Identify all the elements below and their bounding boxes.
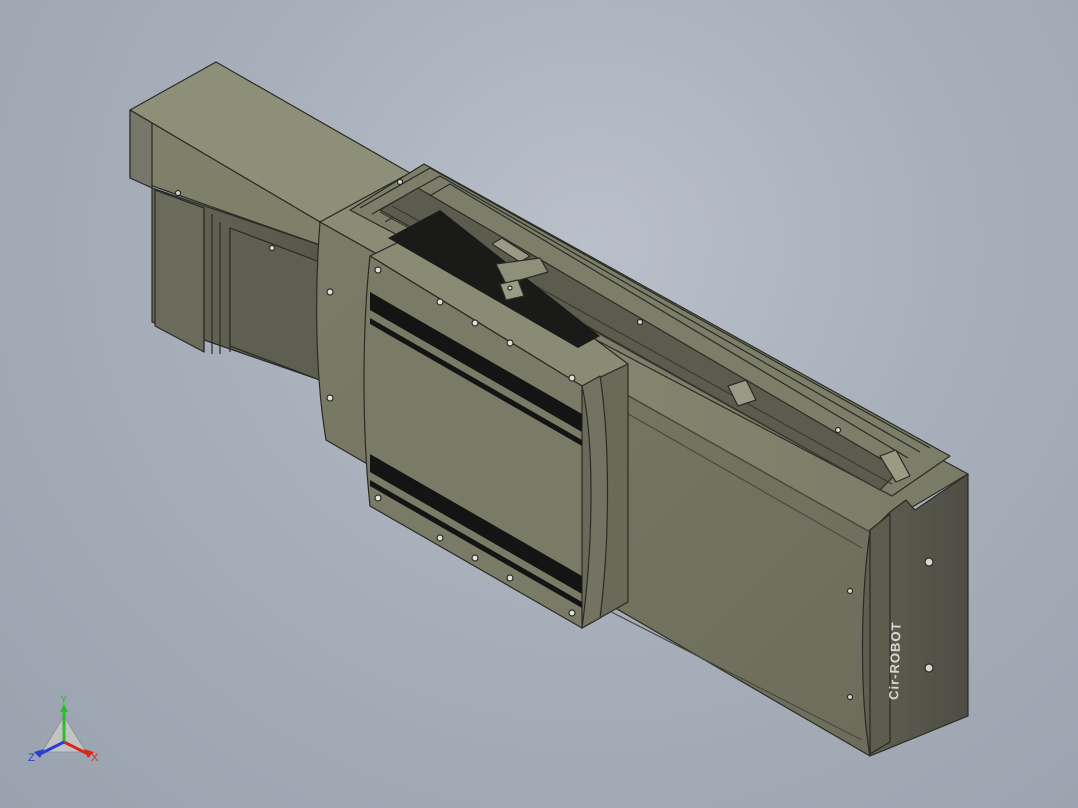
cad-viewport[interactable]: Cir-ROBOT Y X Z — [0, 0, 1078, 808]
z-axis-label: Z — [28, 752, 35, 764]
orientation-triad[interactable]: Y X Z — [24, 694, 104, 774]
linear-actuator-model[interactable]: Cir-ROBOT — [0, 0, 1078, 808]
x-axis-label: X — [91, 752, 99, 764]
y-axis-label: Y — [60, 694, 68, 706]
brand-logo-text: Cir-ROBOT — [886, 621, 904, 700]
brand-logo: Cir-ROBOT — [886, 621, 904, 700]
